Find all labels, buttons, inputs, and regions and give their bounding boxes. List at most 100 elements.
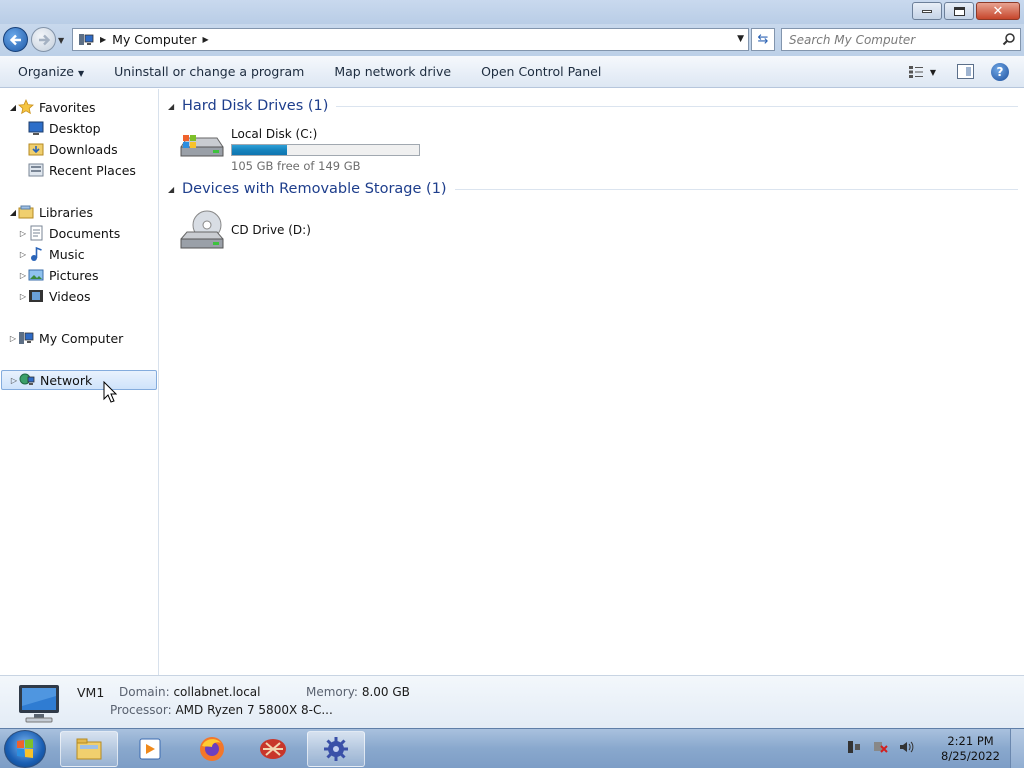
title-bar: ✕ [0, 0, 1024, 24]
search-box[interactable] [781, 28, 1021, 51]
divider [336, 105, 1018, 107]
nav-label: Favorites [39, 99, 96, 115]
refresh-button[interactable]: ⇆ [751, 28, 775, 51]
expand-arrow-icon[interactable]: ▷ [18, 271, 28, 280]
windows-logo-icon [17, 739, 33, 758]
taskbar-media-player[interactable] [121, 731, 179, 767]
nav-pictures[interactable]: ▷ Pictures [18, 265, 99, 285]
domain-label: Domain: [119, 685, 170, 699]
domain-value: collabnet.local [173, 685, 261, 699]
cd-drive-icon [180, 210, 224, 249]
open-control-panel-button[interactable]: Open Control Panel [481, 64, 601, 79]
group-header-removable[interactable]: ◢ Devices with Removable Storage (1) [168, 181, 1018, 197]
address-dropdown-icon[interactable]: ▼ [737, 34, 744, 44]
expand-arrow-icon[interactable]: ▷ [18, 229, 28, 238]
downloads-folder-icon [28, 143, 44, 156]
collapse-arrow-icon[interactable]: ◢ [168, 185, 180, 194]
breadcrumb-separator-icon[interactable]: ▶ [202, 35, 208, 44]
details-pane: VM1 Domain: collabnet.local Memory: 8.00… [0, 675, 1024, 728]
breadcrumb-separator-icon[interactable]: ▶ [100, 35, 106, 44]
collapse-arrow-icon[interactable]: ◢ [168, 102, 180, 111]
taskbar-app-red[interactable] [244, 731, 302, 767]
processor-value: AMD Ryzen 7 5800X 8-C... [175, 703, 333, 717]
nav-desktop[interactable]: Desktop [18, 118, 101, 138]
taskbar: 2:21 PM 8/25/2022 [0, 728, 1024, 768]
nav-downloads[interactable]: Downloads [18, 139, 118, 159]
command-bar: Organize ▼ Uninstall or change a program … [0, 56, 1024, 88]
taskbar-firefox[interactable] [183, 731, 241, 767]
navigation-pane: ◢ Favorites Desktop Downloads Recent Pla… [0, 89, 159, 675]
drive-name: Local Disk (C:) [231, 127, 318, 141]
nav-recent-places[interactable]: Recent Places [18, 160, 136, 180]
nav-label: Videos [49, 288, 91, 304]
nav-network[interactable]: ▷ Network [1, 370, 157, 390]
preview-pane-button[interactable] [957, 64, 974, 79]
refresh-icon: ⇆ [757, 32, 769, 47]
divider [454, 188, 1018, 190]
address-bar[interactable]: ▶ My Computer ▶ ▼ [72, 28, 749, 51]
documents-icon [30, 225, 43, 241]
nav-videos[interactable]: ▷ Videos [18, 286, 91, 306]
videos-icon [29, 290, 43, 302]
recent-pages-dropdown-icon[interactable]: ▼ [58, 36, 64, 45]
nav-libraries[interactable]: ◢ Libraries [8, 202, 93, 222]
nav-label: Recent Places [49, 162, 136, 178]
mouse-cursor-icon [103, 381, 117, 403]
group-header-hard-disks[interactable]: ◢ Hard Disk Drives (1) [168, 98, 1018, 114]
expand-arrow-icon[interactable]: ▷ [18, 292, 28, 301]
drive-item-d[interactable]: CD Drive (D:) [177, 209, 311, 257]
nav-label: Desktop [49, 120, 101, 136]
organize-label: Organize [18, 64, 74, 79]
group-title: Devices with Removable Storage (1) [182, 181, 447, 197]
computer-icon [79, 33, 94, 45]
nav-label: Pictures [49, 267, 99, 283]
show-desktop-button[interactable] [1010, 729, 1024, 768]
forward-button[interactable] [31, 27, 56, 52]
chevron-down-icon: ▼ [929, 67, 936, 77]
desktop-icon [28, 121, 44, 135]
expand-arrow-icon[interactable]: ▷ [18, 250, 28, 259]
drive-free-space: 105 GB free of 149 GB [231, 159, 361, 173]
nav-documents[interactable]: ▷ Documents [18, 223, 120, 243]
organize-menu[interactable]: Organize ▼ [18, 64, 84, 79]
map-network-drive-button[interactable]: Map network drive [334, 64, 451, 79]
clock[interactable]: 2:21 PM 8/25/2022 [941, 734, 1000, 764]
minimize-icon [922, 9, 932, 13]
taskbar-app-gear[interactable] [307, 731, 365, 767]
taskbar-explorer[interactable] [60, 731, 118, 767]
breadcrumb-my-computer[interactable]: My Computer [112, 32, 196, 47]
volume-icon[interactable] [898, 739, 914, 755]
start-button[interactable] [4, 730, 46, 768]
search-icon[interactable] [1002, 32, 1016, 46]
maximize-button[interactable] [944, 2, 974, 20]
action-center-icon[interactable] [846, 739, 862, 755]
memory-info: Memory: 8.00 GB [306, 685, 410, 699]
nav-music[interactable]: ▷ Music [18, 244, 85, 264]
computer-name: VM1 [77, 685, 105, 700]
expand-arrow-icon[interactable]: ◢ [8, 208, 18, 217]
nav-label: Documents [49, 225, 121, 241]
drive-usage-fill [232, 145, 288, 155]
navigation-bar: ▼ ▶ My Computer ▶ ▼ ⇆ [0, 24, 1024, 56]
red-app-icon [260, 739, 286, 759]
back-button[interactable] [3, 27, 28, 52]
search-input[interactable] [789, 32, 999, 47]
drive-usage-bar [231, 144, 420, 156]
minimize-button[interactable] [912, 2, 942, 20]
expand-arrow-icon[interactable]: ▷ [9, 376, 19, 385]
network-status-icon[interactable] [872, 739, 888, 755]
uninstall-program-button[interactable]: Uninstall or change a program [114, 64, 304, 79]
expand-arrow-icon[interactable]: ▷ [8, 334, 18, 343]
restore-icon [953, 6, 965, 16]
nav-favorites[interactable]: ◢ Favorites [8, 97, 95, 117]
close-button[interactable]: ✕ [976, 2, 1020, 20]
gear-icon [324, 737, 348, 761]
change-view-button[interactable]: ▼ [908, 65, 936, 79]
nav-my-computer[interactable]: ▷ My Computer [8, 328, 123, 348]
help-button[interactable]: ? [991, 63, 1009, 81]
folder-icon [76, 738, 102, 760]
drive-item-c[interactable]: Local Disk (C:) 105 GB free of 149 GB [177, 125, 420, 173]
network-icon [19, 373, 35, 385]
expand-arrow-icon[interactable]: ◢ [8, 103, 18, 112]
nav-label: Network [40, 372, 93, 388]
